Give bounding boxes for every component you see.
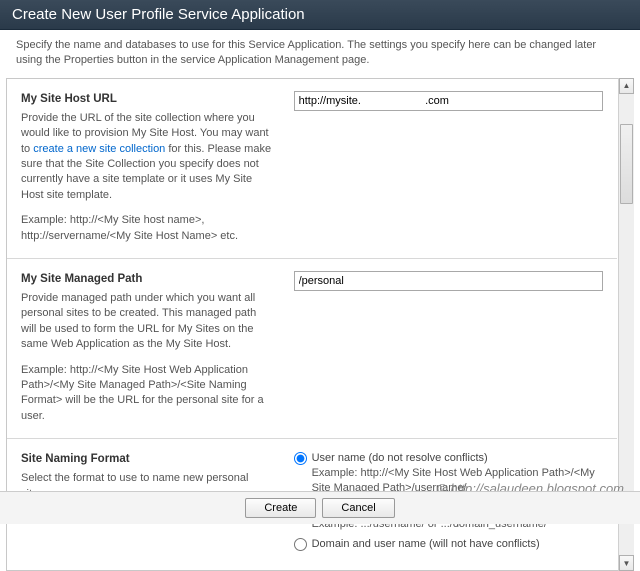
dialog-title: Create New User Profile Service Applicat… — [12, 6, 305, 23]
scroll-down-button[interactable]: ▼ — [619, 555, 634, 571]
scroll-up-button[interactable]: ▲ — [619, 78, 634, 94]
mysite-host-url-input[interactable] — [294, 91, 603, 111]
scroll-track[interactable] — [619, 94, 634, 556]
create-button[interactable]: Create — [245, 498, 316, 518]
create-site-collection-link[interactable]: create a new site collection — [33, 143, 165, 155]
naming-radio-3[interactable] — [294, 538, 307, 551]
naming-option-1-label: User name (do not resolve conflicts) — [312, 452, 488, 464]
scroll-thumb[interactable] — [620, 124, 633, 204]
dialog-title-bar: Create New User Profile Service Applicat… — [0, 0, 640, 30]
managed-path-input[interactable] — [294, 271, 603, 291]
naming-option-1-row[interactable]: User name (do not resolve conflicts) Exa… — [294, 451, 603, 496]
section-managed-path: My Site Managed Path Provide managed pat… — [7, 258, 617, 438]
naming-option-3-label: Domain and user name (will not have conf… — [312, 538, 540, 550]
cancel-button[interactable]: Cancel — [322, 498, 394, 518]
mysite-host-desc: Provide the URL of the site collection w… — [21, 111, 274, 203]
mysite-host-title: My Site Host URL — [21, 91, 274, 107]
mysite-host-example: Example: http://<My Site host name>, htt… — [21, 213, 274, 244]
intro-text: Specify the name and databases to use fo… — [0, 30, 640, 78]
managed-path-example: Example: http://<My Site Host Web Applic… — [21, 363, 274, 425]
naming-option-3-row[interactable]: Domain and user name (will not have conf… — [294, 537, 603, 552]
naming-radio-1[interactable] — [294, 452, 307, 465]
site-naming-title: Site Naming Format — [21, 451, 274, 467]
managed-path-desc: Provide managed path under which you wan… — [21, 291, 274, 353]
section-mysite-host: My Site Host URL Provide the URL of the … — [7, 79, 617, 258]
dialog-footer: Create Cancel — [0, 491, 640, 524]
managed-path-title: My Site Managed Path — [21, 271, 274, 287]
